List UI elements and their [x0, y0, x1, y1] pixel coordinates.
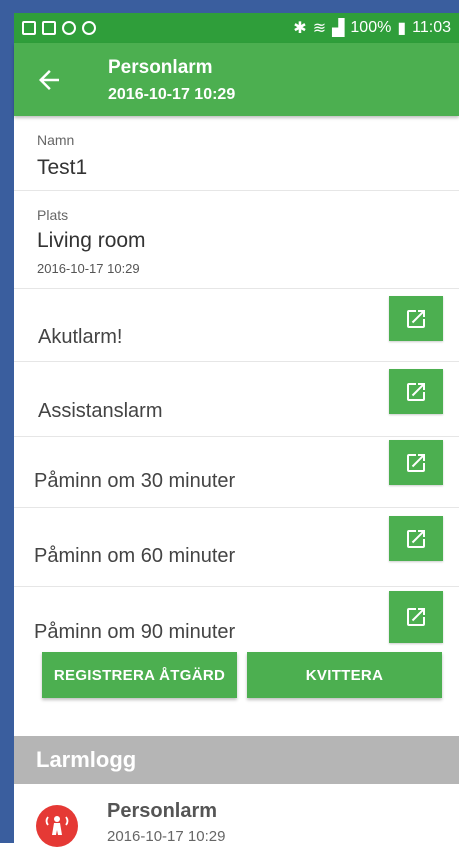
mail-notification-icon	[42, 21, 56, 35]
name-label: Namn	[37, 132, 75, 148]
app-bar: Personlarm 2016-10-17 10:29	[14, 43, 459, 116]
open-in-new-icon	[407, 608, 425, 626]
list-item[interactable]: Personlarm 2016-10-17 10:29	[14, 784, 459, 847]
open-in-new-icon	[407, 529, 425, 548]
back-button[interactable]	[34, 65, 64, 95]
action-row-assistance[interactable]: Assistanslarm	[14, 362, 459, 437]
place-label: Plats	[37, 207, 69, 223]
system-icons: ✱ ≋ ▟ 100% ▮ 11:03	[293, 18, 451, 38]
battery-icon: ▮	[397, 20, 407, 37]
page-subtitle: 2016-10-17 10:29	[108, 86, 236, 103]
place-time: 2016-10-17 10:29	[37, 261, 140, 276]
log-item-title: Personlarm	[107, 800, 218, 822]
open-remind-30-button[interactable]	[389, 440, 443, 485]
name-value: Test1	[37, 156, 88, 179]
bluetooth-icon: ✱	[293, 20, 307, 37]
open-assistance-button[interactable]	[389, 369, 443, 414]
open-remind-90-button[interactable]	[389, 591, 443, 643]
action-label: Påminn om 60 minuter	[34, 545, 236, 567]
window-frame-left	[0, 0, 14, 843]
page-title: Personlarm	[108, 57, 213, 78]
action-row-remind-90[interactable]: Påminn om 90 minuter	[14, 587, 459, 643]
action-label: Akutlarm!	[38, 326, 123, 348]
log-item-time: 2016-10-17 10:29	[107, 828, 226, 845]
battery-percent: 100%	[350, 19, 392, 36]
open-emergency-button[interactable]	[389, 296, 443, 341]
action-row-remind-30[interactable]: Påminn om 30 minuter	[14, 437, 459, 508]
acknowledge-button[interactable]: KVITTERA	[247, 652, 442, 698]
gallery-notification-icon	[22, 21, 36, 35]
open-in-new-icon	[407, 453, 425, 472]
place-field: Plats Living room 2016-10-17 10:29	[14, 191, 459, 289]
open-remind-60-button[interactable]	[389, 516, 443, 561]
window-frame-top	[0, 0, 459, 13]
signal-icon: ▟	[332, 20, 345, 37]
action-label: Påminn om 90 minuter	[34, 621, 236, 643]
open-in-new-icon	[407, 309, 425, 328]
open-in-new-icon	[407, 382, 425, 401]
alarm-log-header: Larmlogg	[14, 736, 459, 784]
notification-icons	[22, 21, 96, 35]
clock: 11:03	[412, 19, 451, 36]
action-label: Påminn om 30 minuter	[34, 470, 236, 492]
wifi-icon: ≋	[312, 20, 327, 37]
sync-notification-icon	[62, 21, 76, 35]
arrow-left-icon	[39, 70, 59, 90]
messenger-notification-icon	[82, 21, 96, 35]
place-value: Living room	[37, 229, 146, 252]
action-row-remind-60[interactable]: Påminn om 60 minuter	[14, 508, 459, 587]
alarm-log-title: Larmlogg	[36, 747, 137, 772]
status-bar: ✱ ≋ ▟ 100% ▮ 11:03	[14, 13, 459, 43]
person-alarm-icon	[36, 805, 78, 847]
register-action-button[interactable]: REGISTRERA ÅTGÄRD	[42, 652, 237, 698]
action-label: Assistanslarm	[38, 400, 163, 422]
name-field: Namn Test1	[14, 120, 459, 191]
action-row-emergency[interactable]: Akutlarm!	[14, 289, 459, 362]
